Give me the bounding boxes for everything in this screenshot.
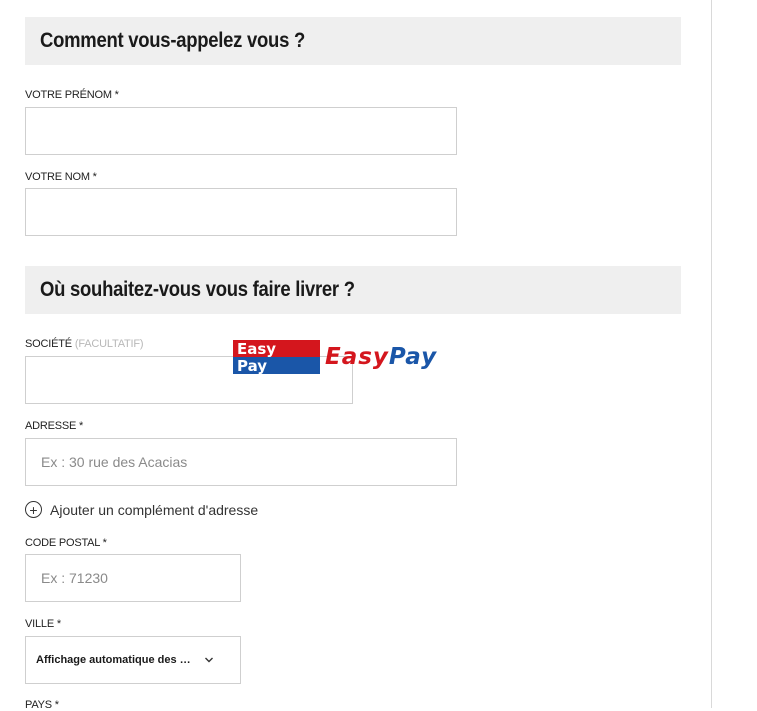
chevron-down-icon — [205, 657, 213, 663]
last-name-input[interactable] — [25, 188, 457, 236]
badge-line2: Pay — [237, 357, 267, 374]
wordmark-pay: Pay — [388, 344, 438, 370]
city-label: VILLE * — [25, 618, 61, 630]
add-address-complement-text: Ajouter un complément d'adresse — [50, 501, 259, 518]
section-title-name: Comment vous-appelez vous ? — [40, 29, 305, 52]
section-header-delivery: Où souhaitez-vous vous faire livrer ? — [25, 266, 681, 314]
address-label: ADRESSE * — [25, 420, 84, 432]
section-title-delivery: Où souhaitez-vous vous faire livrer ? — [40, 278, 355, 301]
badge-line1: Easy — [237, 340, 276, 358]
last-name-label: VOTRE NOM * — [25, 171, 97, 183]
easypay-wordmark: EasyPay — [325, 344, 437, 370]
section-header-name: Comment vous-appelez vous ? — [25, 17, 681, 65]
plus-circle-icon: + — [25, 501, 42, 518]
address-input[interactable] — [25, 438, 457, 486]
first-name-input[interactable] — [25, 107, 457, 155]
first-name-label: VOTRE PRÉNOM * — [25, 89, 119, 101]
postal-code-input[interactable] — [25, 554, 241, 602]
city-select[interactable]: Affichage automatique des vil... — [25, 636, 241, 684]
country-label: PAYS * — [25, 699, 59, 711]
city-select-value: Affichage automatique des vil... — [36, 654, 191, 666]
easypay-logo: Easy Pay EasyPay — [233, 340, 437, 374]
easypay-badge-icon: Easy Pay — [233, 340, 320, 374]
company-label-text: SOCIÉTÉ — [25, 338, 72, 350]
postal-code-label: CODE POSTAL * — [25, 537, 107, 549]
add-address-complement-link[interactable]: + Ajouter un complément d'adresse — [25, 501, 258, 518]
wordmark-easy: Easy — [325, 344, 389, 370]
company-label: SOCIÉTÉ (FACULTATIF) — [25, 338, 144, 350]
company-optional-note: (FACULTATIF) — [74, 338, 144, 350]
page-divider — [711, 0, 712, 708]
